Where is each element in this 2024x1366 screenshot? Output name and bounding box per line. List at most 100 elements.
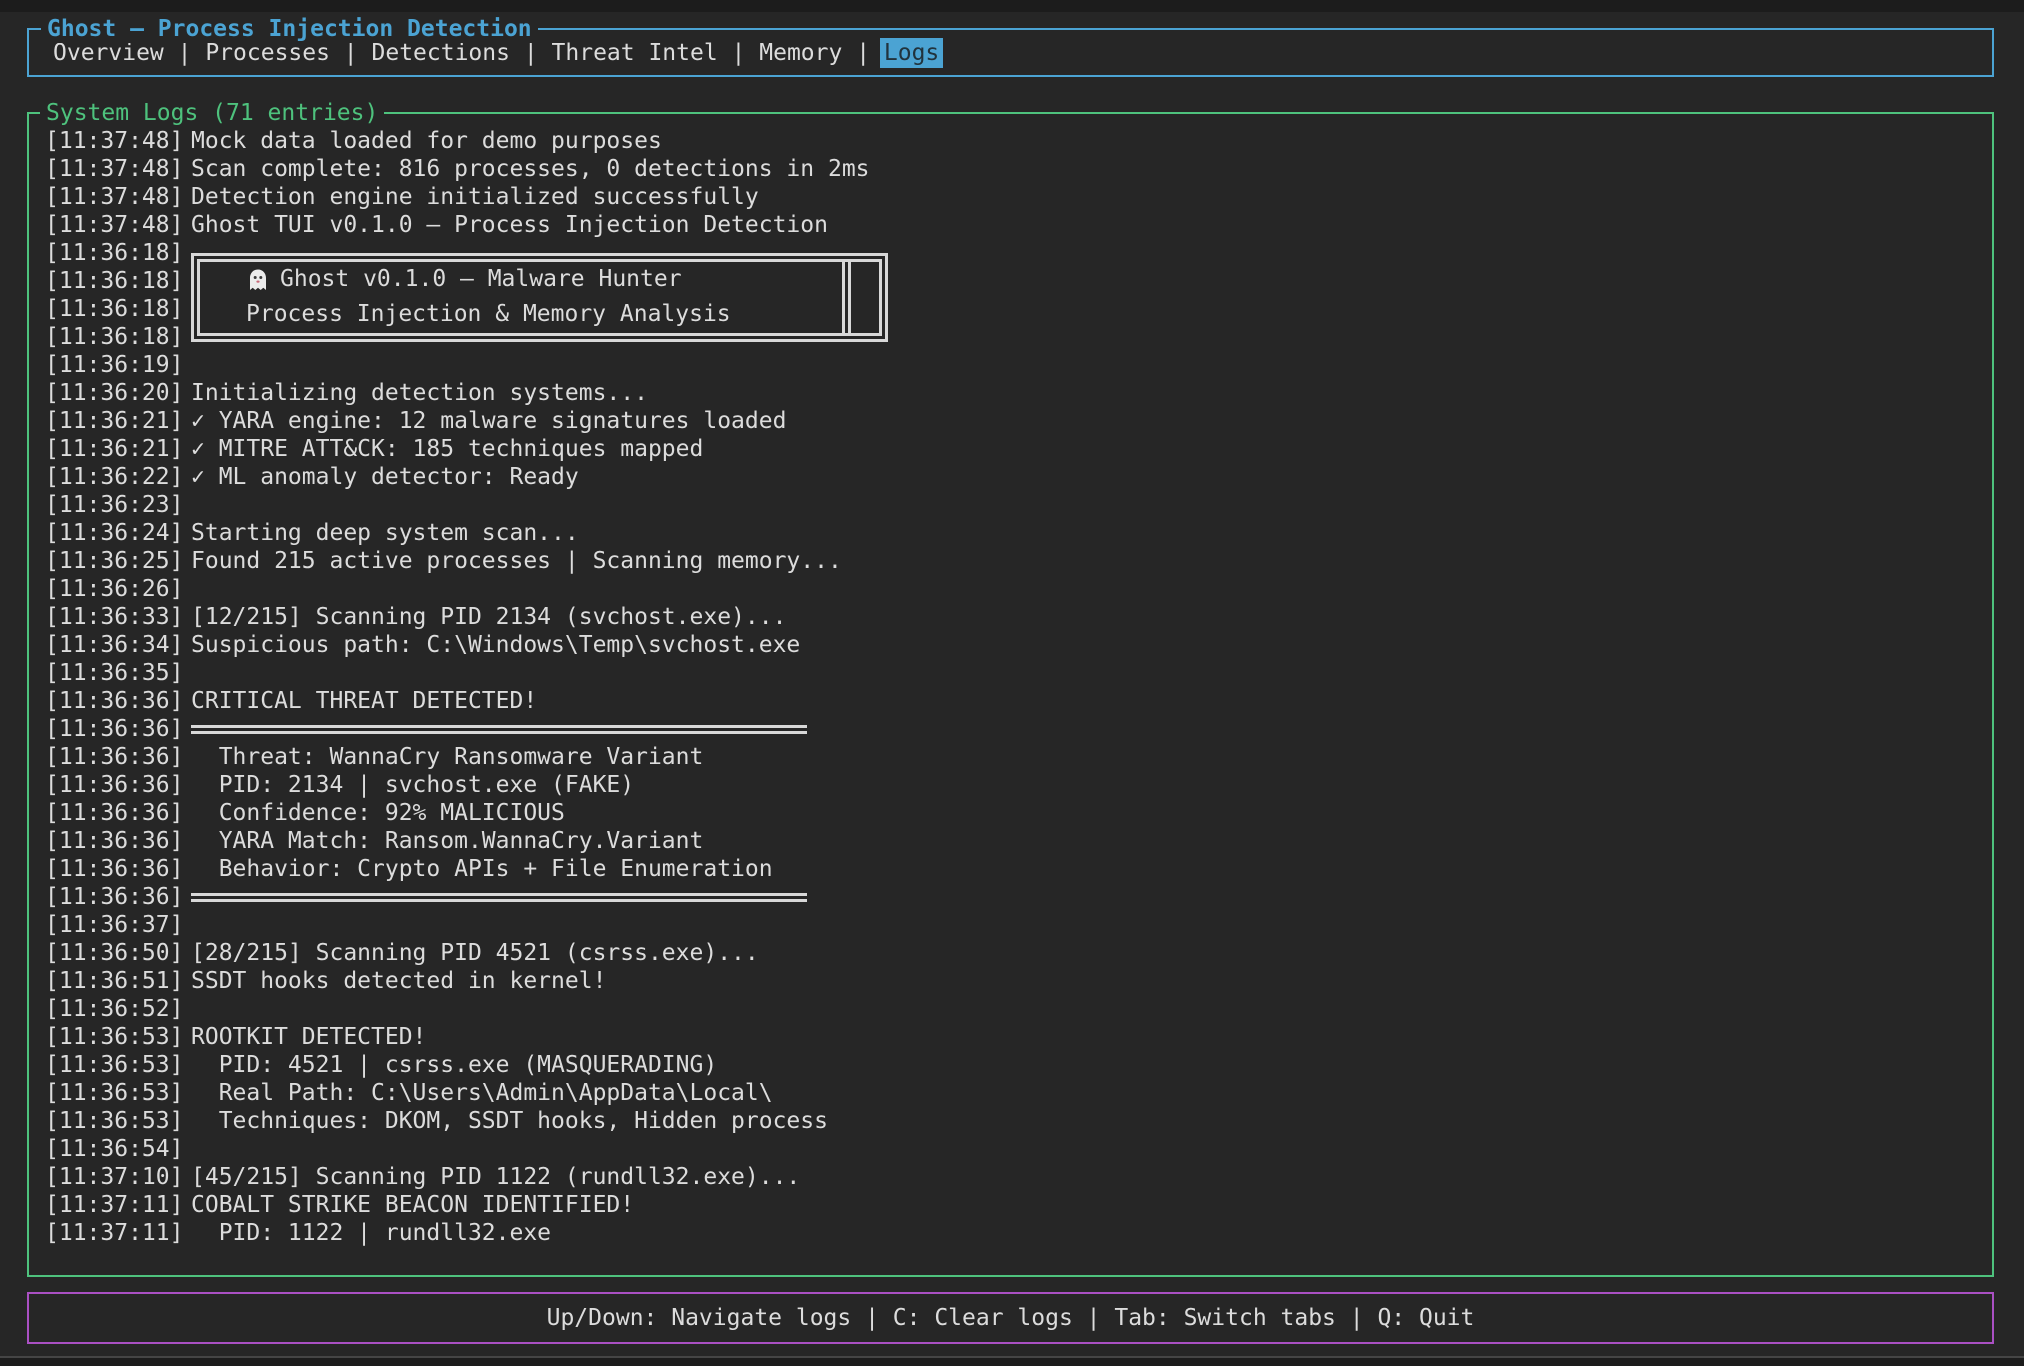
log-row[interactable]: [11:36:53]ROOTKIT DETECTED!: [29, 1023, 1992, 1051]
log-row[interactable]: [11:36:26]: [29, 575, 1992, 603]
log-row[interactable]: [11:36:51]SSDT hooks detected in kernel!: [29, 967, 1992, 995]
log-timestamp: [11:37:11]: [45, 1191, 191, 1219]
log-message: Behavior: Crypto APIs + File Enumeration: [191, 855, 1992, 883]
log-row[interactable]: [11:36:53] PID: 4521 | csrss.exe (MASQUE…: [29, 1051, 1992, 1079]
log-row[interactable]: [11:37:11] PID: 1122 | rundll32.exe: [29, 1219, 1992, 1247]
log-row[interactable]: [11:36:22]✓ ML anomaly detector: Ready: [29, 463, 1992, 491]
log-timestamp: [11:36:21]: [45, 435, 191, 463]
log-row[interactable]: [11:36:34]Suspicious path: C:\Windows\Te…: [29, 631, 1992, 659]
log-message: ✓ YARA engine: 12 malware signatures loa…: [191, 407, 1992, 435]
log-row[interactable]: [11:36:25]Found 215 active processes | S…: [29, 547, 1992, 575]
log-timestamp: [11:36:52]: [45, 995, 191, 1023]
logs-panel-title: System Logs (71 entries): [40, 99, 384, 127]
log-row[interactable]: [11:36:54]: [29, 1135, 1992, 1163]
log-timestamp: [11:36:54]: [45, 1135, 191, 1163]
log-timestamp: [11:37:48]: [45, 155, 191, 183]
log-row[interactable]: [11:36:36]: [29, 883, 1992, 911]
log-row[interactable]: [11:36:36] Behavior: Crypto APIs + File …: [29, 855, 1992, 883]
log-message: Starting deep system scan...: [191, 519, 1992, 547]
log-row[interactable]: [11:37:10][45/215] Scanning PID 1122 (ru…: [29, 1163, 1992, 1191]
ghost-icon: [246, 268, 270, 292]
tab-threat-intel[interactable]: Threat Intel: [552, 39, 718, 67]
log-message: CRITICAL THREAT DETECTED!: [191, 687, 1992, 715]
log-row[interactable]: [11:36:36] Confidence: 92% MALICIOUS: [29, 799, 1992, 827]
log-row[interactable]: [11:36:36] YARA Match: Ransom.WannaCry.V…: [29, 827, 1992, 855]
log-message: ROOTKIT DETECTED!: [191, 1023, 1992, 1051]
log-message: Real Path: C:\Users\Admin\AppData\Local\: [191, 1079, 1992, 1107]
log-row[interactable]: [11:36:36] Threat: WannaCry Ransomware V…: [29, 743, 1992, 771]
log-row[interactable]: [11:36:19]: [29, 351, 1992, 379]
log-timestamp: [11:36:37]: [45, 911, 191, 939]
log-row[interactable]: [11:36:52]: [29, 995, 1992, 1023]
log-message: [191, 995, 1992, 1023]
log-message: Found 215 active processes | Scanning me…: [191, 547, 1992, 575]
log-row[interactable]: [11:36:33][12/215] Scanning PID 2134 (sv…: [29, 603, 1992, 631]
log-row[interactable]: [11:36:36] PID: 2134 | svchost.exe (FAKE…: [29, 771, 1992, 799]
log-timestamp: [11:36:33]: [45, 603, 191, 631]
log-row[interactable]: [11:36:24]Starting deep system scan...: [29, 519, 1992, 547]
log-timestamp: [11:36:21]: [45, 407, 191, 435]
log-row[interactable]: [11:36:36]: [29, 715, 1992, 743]
log-row[interactable]: [11:36:21]✓ MITRE ATT&CK: 185 techniques…: [29, 435, 1992, 463]
log-message: ✓ ML anomaly detector: Ready: [191, 463, 1992, 491]
log-row[interactable]: [11:36:21]✓ YARA engine: 12 malware sign…: [29, 407, 1992, 435]
log-message: YARA Match: Ransom.WannaCry.Variant: [191, 827, 1992, 855]
log-row[interactable]: [11:37:48]Scan complete: 816 processes, …: [29, 155, 1992, 183]
log-message: [191, 491, 1992, 519]
log-timestamp: [11:36:26]: [45, 575, 191, 603]
log-message: [191, 911, 1992, 939]
log-message: [191, 1135, 1992, 1163]
log-timestamp: [11:37:48]: [45, 211, 191, 239]
double-line-rule: [191, 893, 807, 902]
log-timestamp: [11:36:23]: [45, 491, 191, 519]
log-row[interactable]: [11:36:35]: [29, 659, 1992, 687]
bottom-edge-strip: [0, 1356, 2024, 1366]
log-row[interactable]: [11:37:48]Mock data loaded for demo purp…: [29, 127, 1992, 155]
log-timestamp: [11:36:18]: [45, 323, 191, 351]
tab-separator: |: [842, 39, 884, 67]
log-timestamp: [11:36:18]: [45, 295, 191, 323]
ghost-tui-window: Ghost — Process Injection Detection Over…: [0, 0, 2024, 1366]
log-timestamp: [11:37:10]: [45, 1163, 191, 1191]
log-message: Detection engine initialized successfull…: [191, 183, 1992, 211]
log-row[interactable]: [11:36:20]Initializing detection systems…: [29, 379, 1992, 407]
log-timestamp: [11:36:36]: [45, 687, 191, 715]
log-timestamp: [11:36:18]: [45, 267, 191, 295]
ghost-banner-box: Ghost v0.1.0 — Malware Hunter Process In…: [191, 253, 888, 342]
status-bar-text: Up/Down: Navigate logs | C: Clear logs |…: [547, 1304, 1475, 1332]
log-message: Scan complete: 816 processes, 0 detectio…: [191, 155, 1992, 183]
log-row[interactable]: [11:36:53] Techniques: DKOM, SSDT hooks,…: [29, 1107, 1992, 1135]
log-message: [191, 715, 1992, 743]
log-message: Ghost TUI v0.1.0 — Process Injection Det…: [191, 211, 1992, 239]
log-row[interactable]: [11:37:48]Detection engine initialized s…: [29, 183, 1992, 211]
log-timestamp: [11:36:34]: [45, 631, 191, 659]
log-row[interactable]: [11:36:37]: [29, 911, 1992, 939]
banner-right-divider: [842, 262, 851, 333]
status-bar: Up/Down: Navigate logs | C: Clear logs |…: [27, 1292, 1994, 1344]
log-row[interactable]: [11:37:11]COBALT STRIKE BEACON IDENTIFIE…: [29, 1191, 1992, 1219]
log-message: [191, 575, 1992, 603]
tab-logs[interactable]: Logs: [880, 38, 943, 68]
log-timestamp: [11:36:36]: [45, 715, 191, 743]
log-timestamp: [11:36:20]: [45, 379, 191, 407]
log-message: Techniques: DKOM, SSDT hooks, Hidden pro…: [191, 1107, 1992, 1135]
log-message: [191, 351, 1992, 379]
log-timestamp: [11:37:48]: [45, 183, 191, 211]
log-row[interactable]: [11:36:36]CRITICAL THREAT DETECTED!: [29, 687, 1992, 715]
log-timestamp: [11:36:22]: [45, 463, 191, 491]
log-timestamp: [11:36:36]: [45, 827, 191, 855]
log-timestamp: [11:36:25]: [45, 547, 191, 575]
log-row[interactable]: [11:36:53] Real Path: C:\Users\Admin\App…: [29, 1079, 1992, 1107]
log-row[interactable]: [11:36:50][28/215] Scanning PID 4521 (cs…: [29, 939, 1992, 967]
log-row[interactable]: [11:37:48]Ghost TUI v0.1.0 — Process Inj…: [29, 211, 1992, 239]
tab-memory[interactable]: Memory: [759, 39, 842, 67]
log-message: SSDT hooks detected in kernel!: [191, 967, 1992, 995]
log-message: PID: 2134 | svchost.exe (FAKE): [191, 771, 1992, 799]
log-timestamp: [11:36:18]: [45, 239, 191, 267]
log-timestamp: [11:37:48]: [45, 127, 191, 155]
log-timestamp: [11:36:51]: [45, 967, 191, 995]
log-timestamp: [11:36:36]: [45, 883, 191, 911]
log-row[interactable]: [11:36:23]: [29, 491, 1992, 519]
log-message: [12/215] Scanning PID 2134 (svchost.exe)…: [191, 603, 1992, 631]
log-message: Threat: WannaCry Ransomware Variant: [191, 743, 1992, 771]
